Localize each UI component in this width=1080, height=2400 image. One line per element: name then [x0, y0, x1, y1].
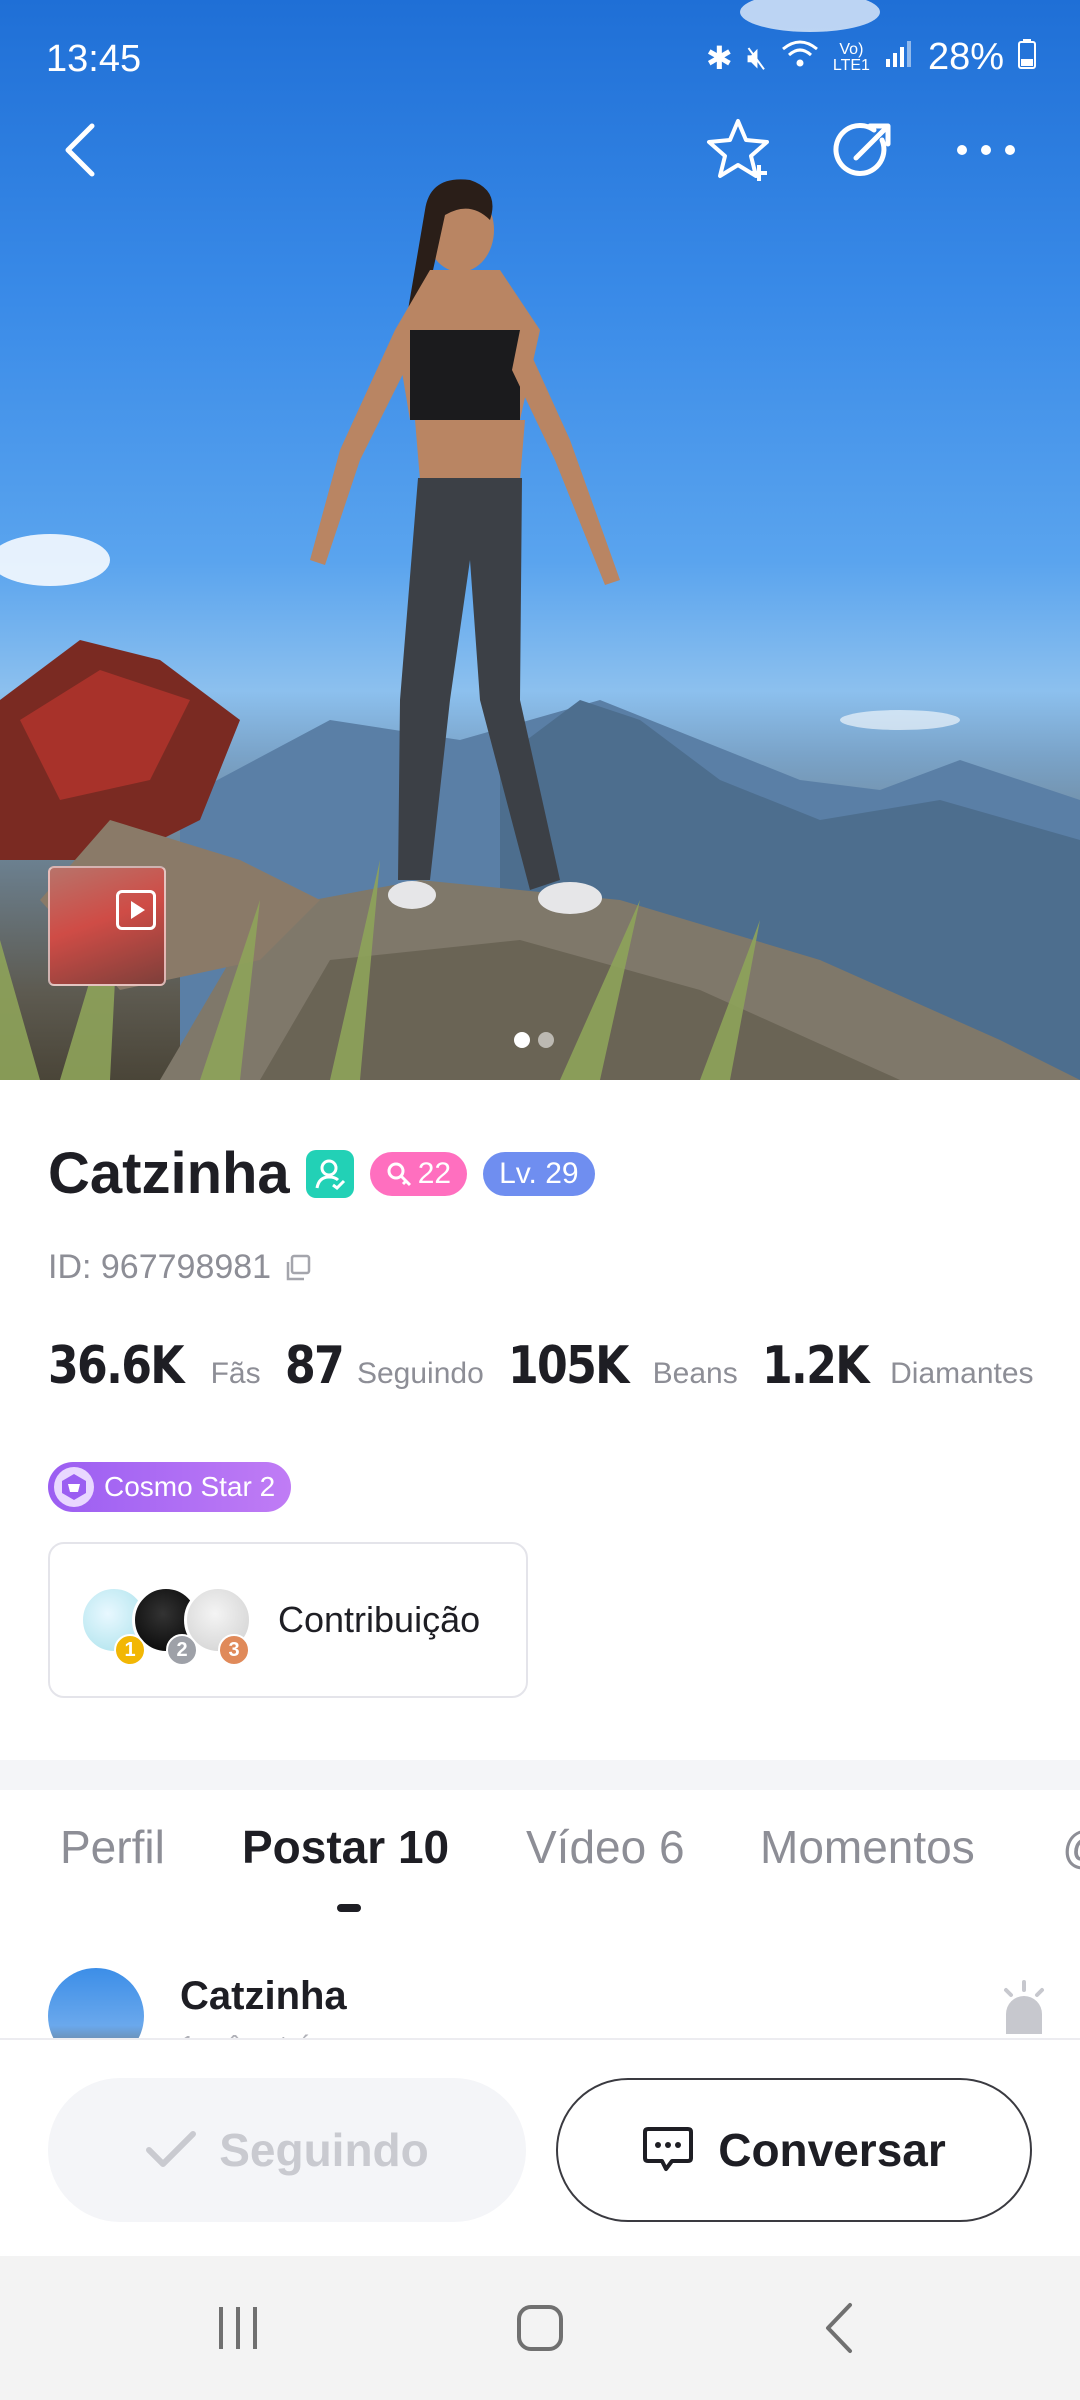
user-verified-icon: [315, 1159, 345, 1190]
following-button-label: Seguindo: [219, 2124, 429, 2176]
rank-badge: 3: [218, 1634, 250, 1666]
more-icon: [957, 145, 1015, 155]
back-icon: [65, 123, 95, 177]
chat-button-label: Conversar: [718, 2124, 946, 2176]
profile-cover-photo[interactable]: 13:45 ✱ 🔇︎ Vo) LTE1 28%: [0, 0, 1080, 1080]
contribution-label: Contribuição: [278, 1599, 481, 1640]
tab-perfil[interactable]: Perfil: [60, 1820, 165, 1874]
signal-icon: [884, 39, 914, 77]
diamonds-count: 1.2K: [761, 1336, 869, 1396]
fan-level-badge[interactable]: 22: [369, 1151, 468, 1196]
tab-mentions[interactable]: @: [1062, 1820, 1080, 1874]
favorite-button[interactable]: [700, 110, 780, 190]
cosmo-star-label: Cosmo Star 2: [104, 1471, 276, 1502]
beans-count: 105K: [507, 1336, 629, 1396]
check-icon: [146, 2131, 197, 2167]
share-button[interactable]: [824, 110, 904, 190]
more-button[interactable]: [946, 110, 1026, 190]
system-navigation-bar: [0, 2256, 1080, 2400]
top-contributors: 1 2 3: [80, 1570, 270, 1670]
copy-icon[interactable]: [283, 1253, 313, 1283]
tab-video[interactable]: Vídeo 6: [526, 1820, 685, 1874]
carousel-dots: [514, 1032, 554, 1048]
top-action-bar: [0, 110, 1080, 200]
beans-label: Beans: [652, 1357, 738, 1390]
system-back-button[interactable]: [800, 2296, 880, 2360]
post-author-name: Catzinha: [180, 1974, 347, 2018]
share-icon: [833, 122, 891, 176]
volte-icon: Vo) LTE1: [832, 40, 870, 74]
home-icon: [517, 2305, 563, 2351]
section-divider: [0, 1760, 1080, 1790]
wifi-icon: [781, 39, 819, 77]
post-header[interactable]: Catzinha 1 mês atrás: [48, 1966, 1048, 2040]
bluetooth-icon: ✱: [705, 39, 733, 76]
chat-icon: [643, 2127, 694, 2171]
tab-postar[interactable]: Postar 10: [242, 1820, 449, 1874]
cosmo-star-badge[interactable]: Cosmo Star 2: [48, 1462, 292, 1512]
stats-row: 36.6K Fãs 87 Seguindo 105K Beans 1.2K Di…: [48, 1336, 1046, 1396]
profile-page: 13:45 ✱ 🔇︎ Vo) LTE1 28% Catzinha 22 Lv. …: [0, 0, 1080, 2400]
star-add-icon: [707, 119, 769, 181]
fans-label: Fãs: [210, 1357, 261, 1390]
following-button[interactable]: Seguindo: [48, 2078, 526, 2222]
chat-button[interactable]: Conversar: [556, 2078, 1032, 2222]
battery-text: 28%: [927, 36, 1004, 78]
rank-badge: 1: [114, 1634, 146, 1666]
back-button[interactable]: [40, 110, 120, 190]
home-button[interactable]: [500, 2296, 580, 2360]
following-label: Seguindo: [356, 1357, 484, 1390]
system-back-icon: [826, 2303, 852, 2353]
mute-icon: 🔇︎: [746, 38, 767, 75]
verified-badge[interactable]: [305, 1149, 354, 1198]
status-bar: 13:45 ✱ 🔇︎ Vo) LTE1 28%: [0, 0, 1080, 120]
fan-level-value: 22: [417, 1156, 452, 1190]
post-author-avatar[interactable]: [48, 1968, 144, 2040]
diamonds-label: Diamantes: [890, 1357, 1034, 1390]
carousel-dot: [538, 1032, 554, 1048]
name-row: Catzinha 22 Lv. 29: [48, 1140, 595, 1207]
carousel-dot-active: [514, 1032, 530, 1048]
tab-momentos[interactable]: Momentos: [760, 1820, 975, 1874]
level-badge[interactable]: Lv. 29: [483, 1151, 595, 1196]
recents-icon: [219, 2307, 257, 2349]
bottom-action-bar: Seguindo Conversar: [0, 2038, 1080, 2256]
profile-name: Catzinha: [48, 1141, 290, 1206]
following-count: 87: [284, 1336, 345, 1396]
user-id: ID: 967798981: [48, 1248, 272, 1286]
battery-icon: [1018, 38, 1036, 77]
contribution-card[interactable]: 1 2 3 Contribuição: [48, 1542, 528, 1698]
recents-button[interactable]: [198, 2296, 278, 2360]
status-icons: ✱ 🔇︎ Vo) LTE1 28%: [706, 36, 1036, 79]
user-id-row: ID: 967798981: [48, 1248, 313, 1287]
play-icon: [116, 890, 156, 930]
profile-tabs: Perfil Postar 10 Vídeo 6 Momentos @: [0, 1820, 1080, 1912]
fans-count: 36.6K: [48, 1336, 185, 1396]
active-tab-indicator: [337, 1904, 361, 1912]
rank-badge: 2: [166, 1634, 198, 1666]
cosmo-gem-icon: [54, 1467, 94, 1507]
alarm-icon[interactable]: [1000, 1978, 1048, 2038]
key-icon: [387, 1162, 411, 1186]
status-time: 13:45: [46, 38, 142, 80]
video-thumbnail[interactable]: [48, 866, 166, 986]
